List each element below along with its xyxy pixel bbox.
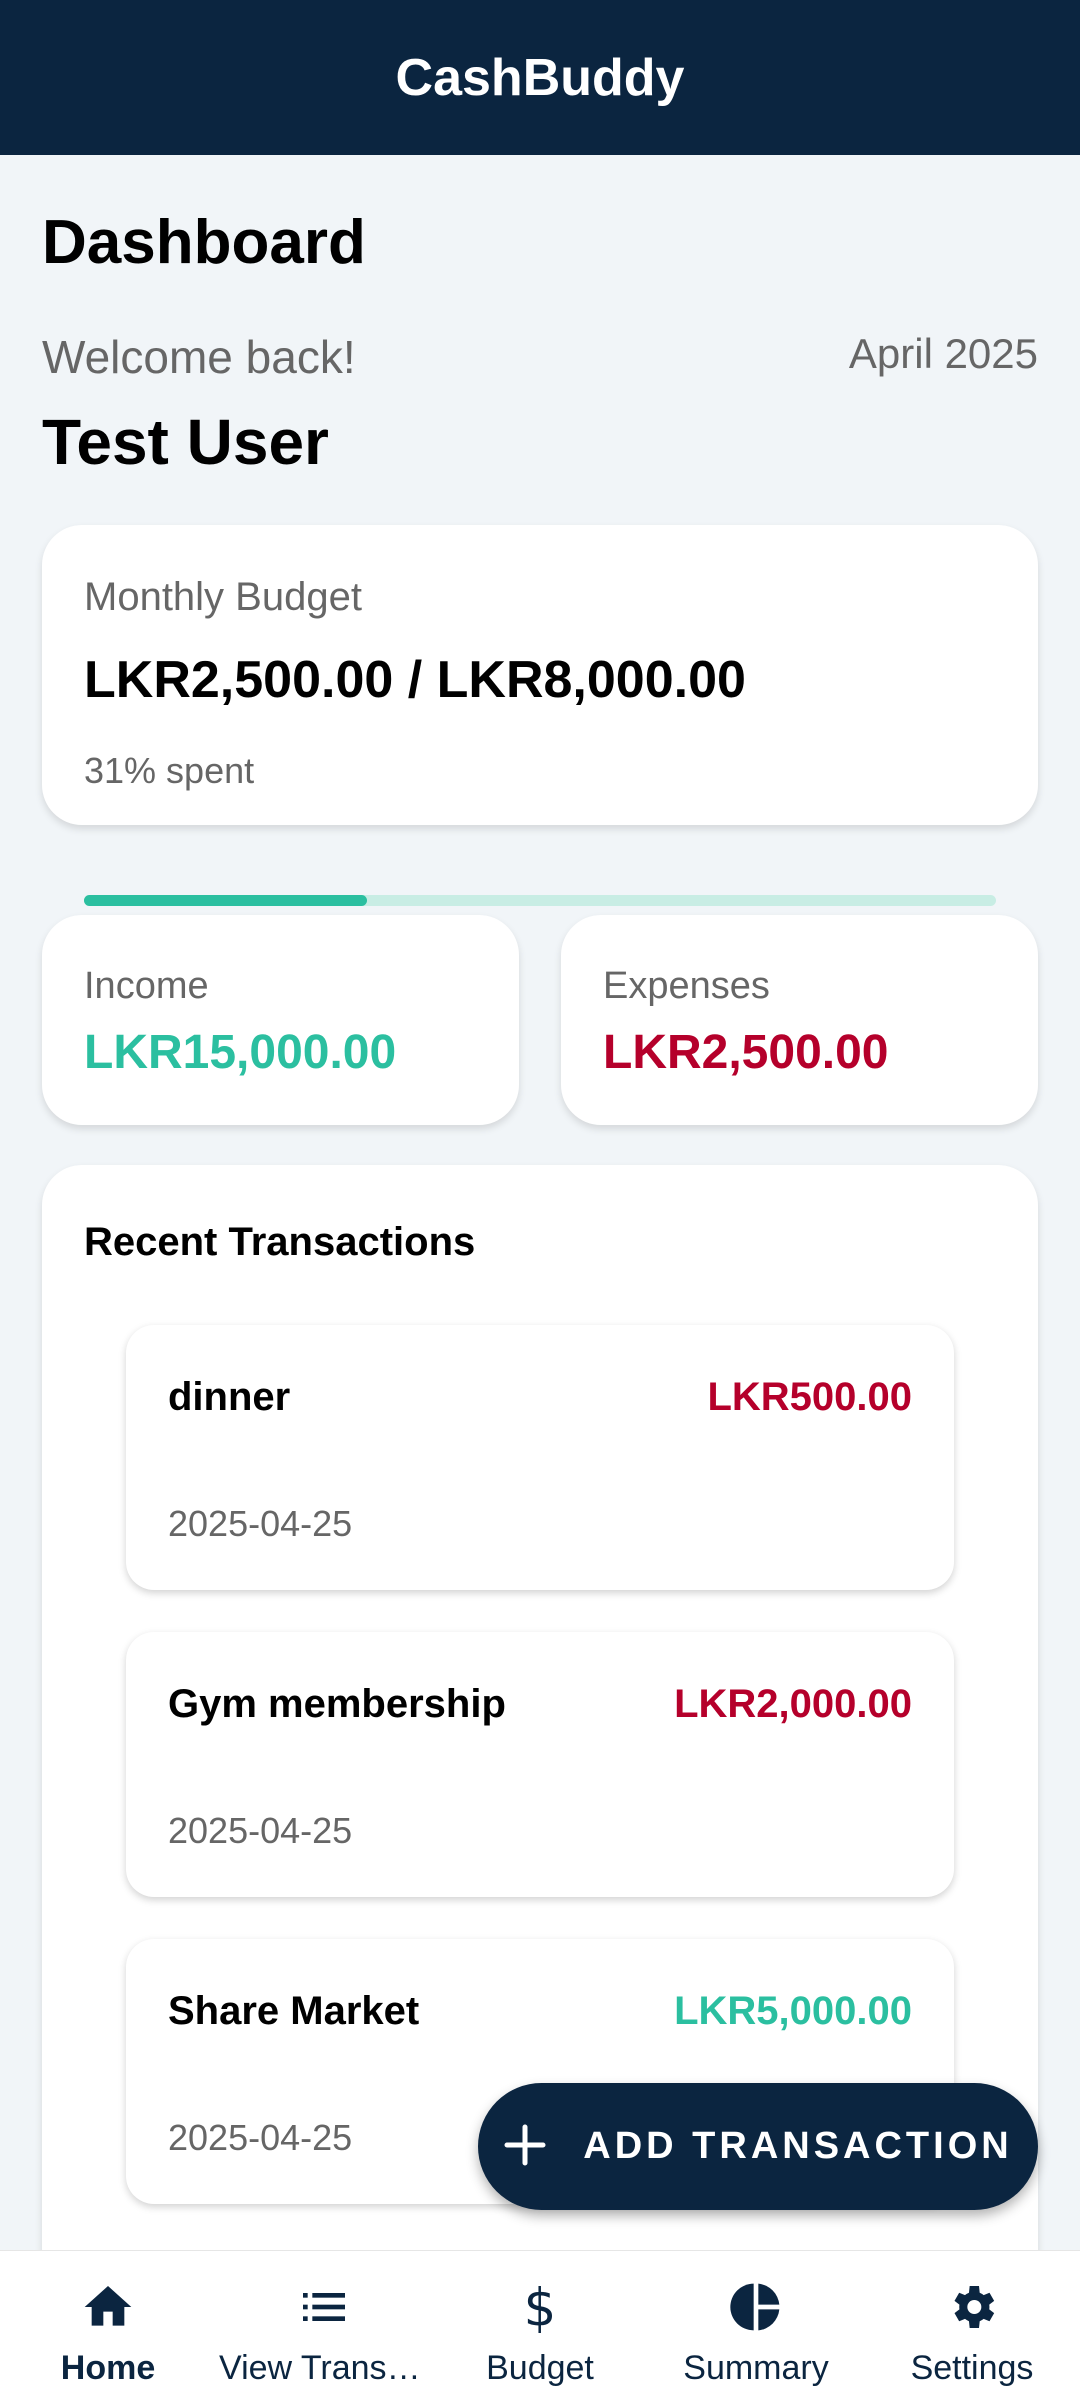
pie-chart-icon — [726, 2277, 786, 2337]
budget-amount: LKR2,500.00 / LKR8,000.00 — [84, 651, 746, 709]
transaction-date: 2025-04-25 — [168, 2117, 353, 2158]
add-transaction-button[interactable]: ADD TRANSACTION — [478, 2083, 1038, 2210]
user-name: Test User — [42, 406, 329, 478]
plus-icon — [503, 2117, 547, 2177]
transaction-item[interactable]: dinner LKR500.00 2025-04-25 — [126, 1325, 954, 1590]
welcome-text: Welcome back! — [42, 331, 356, 383]
dollar-icon: $ — [510, 2277, 570, 2337]
nav-item-summary[interactable]: Summary — [648, 2251, 864, 2400]
nav-label-view-transactions: View Transa… — [219, 2349, 429, 2387]
nav-label-settings: Settings — [910, 2349, 1034, 2387]
nav-item-home[interactable]: Home — [0, 2251, 216, 2400]
nav-label-home: Home — [60, 2349, 156, 2387]
budget-progress-fill — [84, 895, 367, 906]
transaction-amount: LKR5,000.00 — [674, 1989, 912, 2033]
transaction-name: dinner — [168, 1375, 291, 1419]
monthly-budget-card[interactable]: Monthly Budget LKR2,500.00 / LKR8,000.00… — [42, 525, 1038, 825]
nav-item-view-transactions[interactable]: View Transa… — [216, 2251, 432, 2400]
home-icon — [78, 2277, 138, 2337]
transaction-amount: LKR2,000.00 — [674, 1682, 912, 1726]
transaction-amount: LKR500.00 — [707, 1375, 912, 1419]
svg-text:$: $ — [524, 2279, 557, 2335]
budget-progress-bar — [84, 895, 996, 906]
income-card[interactable]: Income LKR15,000.00 — [42, 915, 519, 1125]
budget-spent-text: 31% spent — [84, 750, 255, 791]
transaction-date: 2025-04-25 — [168, 1503, 353, 1544]
recent-transactions-title: Recent Transactions — [84, 1220, 476, 1264]
app-bar: CashBuddy — [0, 0, 1080, 155]
transaction-name: Share Market — [168, 1989, 420, 2033]
income-value: LKR15,000.00 — [84, 1026, 397, 1079]
app-title: CashBuddy — [395, 48, 685, 107]
transaction-date: 2025-04-25 — [168, 1810, 353, 1851]
transaction-name: Gym membership — [168, 1682, 506, 1726]
income-label: Income — [84, 965, 209, 1007]
expenses-label: Expenses — [603, 965, 770, 1007]
expenses-card[interactable]: Expenses LKR2,500.00 — [561, 915, 1038, 1125]
nav-label-summary: Summary — [683, 2349, 829, 2387]
current-month: April 2025 — [848, 330, 1038, 377]
budget-label: Monthly Budget — [84, 575, 362, 619]
gear-icon — [942, 2277, 1002, 2337]
nav-item-budget[interactable]: $ Budget — [432, 2251, 648, 2400]
transaction-item[interactable]: Gym membership LKR2,000.00 2025-04-25 — [126, 1632, 954, 1897]
page-title: Dashboard — [42, 208, 366, 277]
list-icon — [294, 2277, 354, 2337]
expenses-value: LKR2,500.00 — [603, 1026, 889, 1079]
add-transaction-label: ADD TRANSACTION — [583, 2125, 1013, 2167]
bottom-navigation: Home View Transa… $ Budget Summary Setti… — [0, 2250, 1080, 2400]
nav-item-settings[interactable]: Settings — [864, 2251, 1080, 2400]
nav-label-budget: Budget — [486, 2349, 594, 2387]
